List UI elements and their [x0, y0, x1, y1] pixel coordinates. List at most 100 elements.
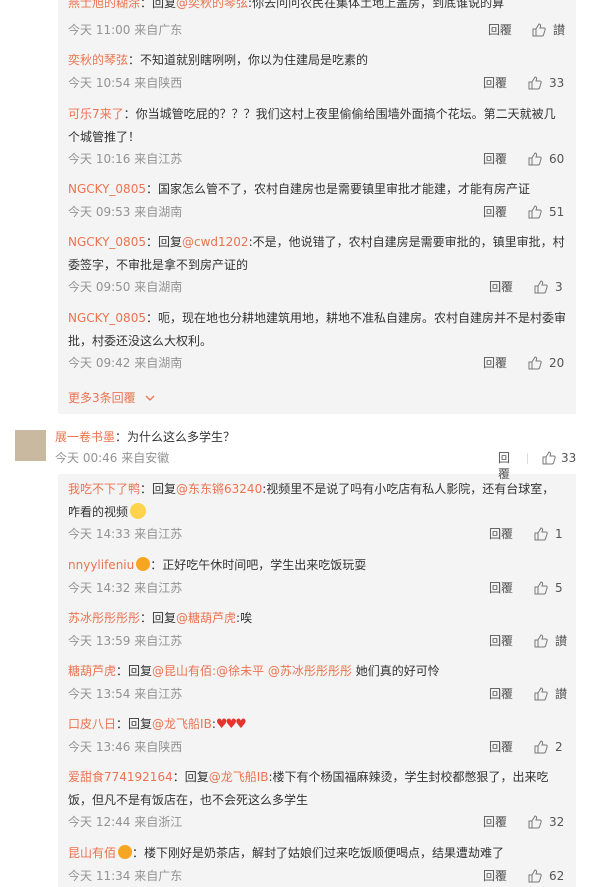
reply-button[interactable]: 回覆 [489, 579, 513, 597]
like-count: 32 [549, 815, 565, 829]
mention-link[interactable]: @东东锵63240 [176, 482, 262, 496]
comment-username[interactable]: 展一卷书墨 [55, 430, 115, 444]
thumbs-up-icon [534, 527, 548, 541]
reply-meta: 今天 12:44 来自浙江 回覆 32 [68, 813, 566, 831]
reply-text: ：正好吃午休时间吧，学生出来吃饭玩耍 [150, 558, 367, 572]
like-button[interactable]: 2 [534, 738, 563, 756]
reply-username[interactable]: 奕秋的琴弦 [68, 53, 128, 67]
reply-username[interactable]: NGCKY_0805 [68, 182, 146, 196]
like-count: 讃 [555, 634, 568, 648]
thumbs-up-icon [534, 581, 548, 595]
reply-username[interactable]: 糖葫芦虎 [68, 664, 116, 678]
reply-text: ：不知道就别瞎咧咧，你以为住建局是吃素的 [128, 53, 369, 67]
reply-item: 苏冰彤彤彤彤：回复@糖葫芦虎:唉 今天 13:59 来自江苏 回覆 讃 [68, 611, 568, 648]
like-count: 33 [549, 76, 565, 90]
reply-timestamp: 今天 12:44 来自浙江 [68, 815, 183, 829]
reply-meta: 今天 14:32 来自江苏 回覆 5 [68, 579, 566, 597]
thumbs-up-icon [534, 634, 548, 648]
reply-button[interactable]: 回覆 [483, 867, 507, 885]
reply-username[interactable]: NGCKY_0805 [68, 311, 146, 325]
mention-link[interactable]: @龙飞船IB [152, 717, 212, 731]
reply-button[interactable]: 回覆 [488, 21, 512, 39]
reply-item: NGCKY_0805：呃，现在地也分耕地建筑用地，耕地不准私自建房。农村自建房并… [68, 307, 566, 370]
vip-badge-icon [136, 557, 151, 571]
like-button[interactable]: 62 [528, 867, 564, 885]
reply-button[interactable]: 回覆 [483, 150, 507, 168]
reply-button[interactable]: 回覆 [483, 354, 507, 372]
reply-username[interactable]: 口皮八日 [68, 717, 116, 731]
reply-timestamp: 今天 13:46 来自陕西 [68, 740, 183, 754]
reply-button[interactable]: 回覆 [489, 525, 513, 543]
mention-link[interactable]: @昆山有佰:@徐未平 @苏冰彤彤彤彤 [152, 664, 352, 678]
like-button[interactable]: 20 [528, 354, 564, 372]
reply-button[interactable]: 回覆 [483, 203, 507, 221]
mention-link[interactable]: @糖葫芦虎 [176, 611, 236, 625]
more-replies-label: 更多3条回覆 [68, 391, 136, 405]
like-button[interactable]: 33 [542, 450, 576, 466]
like-count: 讃 [553, 23, 566, 37]
comment-text: ：为什么这么多学生？ [115, 430, 236, 444]
like-button[interactable]: 3 [534, 278, 563, 296]
mention-link[interactable]: @龙飞船IB [209, 770, 269, 784]
avatar[interactable] [15, 430, 46, 461]
reply-timestamp: 今天 09:42 来自湖南 [68, 356, 183, 370]
comment-item: 展一卷书墨：为什么这么多学生？ 今天 00:46 来自安徽 回覆 33 [15, 430, 576, 481]
reply-timestamp: 今天 13:59 来自江苏 [68, 634, 183, 648]
thumbs-up-icon [528, 152, 542, 166]
like-button[interactable]: 60 [528, 150, 564, 168]
reply-button[interactable]: 回覆 [489, 738, 513, 756]
reply-meta: 今天 13:59 来自江苏 回覆 讃 [68, 632, 567, 650]
reply-item: 爱甜食774192164：回复@龙飞船IB:楼下有个杨国福麻辣烫，学生封校都憋狠… [68, 770, 565, 829]
reply-text: ：国家怎么管不了，农村自建房也是需要镇里审批才能建，才能有房产证 [145, 182, 530, 196]
reply-item: 糖葫芦虎：回复@昆山有佰:@徐未平 @苏冰彤彤彤彤 她们真的好可怜 今天 13:… [68, 664, 568, 701]
reply-meta: 今天 09:42 来自湖南 回覆 20 [68, 354, 566, 372]
mention-link[interactable]: @奕秋的琴弦 [176, 0, 248, 10]
reply-item: 奕秋的琴弦：不知道就别瞎咧咧，你以为住建局是吃素的 今天 10:54 来自陕西 … [68, 49, 566, 90]
like-button[interactable]: 讃 [534, 632, 567, 650]
reply-button[interactable]: 回覆 [489, 685, 513, 703]
reply-username[interactable]: NGCKY_0805 [68, 235, 146, 249]
reply-timestamp: 今天 14:32 来自江苏 [68, 581, 183, 595]
reply-username[interactable]: nnyylifeniu [68, 558, 134, 572]
reply-username[interactable]: 燕士旭的糊涂 [68, 0, 140, 10]
reply-text: :你去问问农民在集体土地上盖房，到底谁说的算 [248, 0, 505, 10]
reply-username[interactable]: 爱甜食774192164 [68, 770, 173, 784]
reply-username[interactable]: 昆山有佰 [68, 846, 116, 860]
mention-link[interactable]: @cwd1202 [182, 235, 249, 249]
chevron-down-icon [145, 395, 155, 401]
reply-timestamp: 今天 09:53 来自湖南 [68, 205, 183, 219]
like-button[interactable]: 讃 [532, 21, 565, 39]
like-button[interactable]: 51 [528, 203, 564, 221]
like-button[interactable]: 33 [528, 74, 564, 92]
reply-meta: 今天 13:54 来自江苏 回覆 讃 [68, 685, 567, 703]
comment-timestamp: 今天 00:46 来自安徽 [55, 451, 170, 465]
reply-button[interactable]: 回覆 [483, 813, 507, 831]
like-button[interactable]: 32 [528, 813, 564, 831]
reply-button[interactable]: 回覆 [489, 278, 513, 296]
divider [527, 453, 528, 464]
like-button[interactable]: 1 [534, 525, 563, 543]
more-replies-link[interactable]: 更多3条回覆 [68, 389, 156, 406]
like-button[interactable]: 5 [534, 579, 563, 597]
reply-username[interactable]: 我吃不下了鸭 [68, 482, 140, 496]
reply-timestamp: 今天 09:50 来自湖南 [68, 280, 183, 294]
reply-item: NGCKY_0805：国家怎么管不了，农村自建房也是需要镇里审批才能建，才能有房… [68, 178, 566, 219]
like-count: 3 [555, 280, 563, 294]
reply-item: 口皮八日：回复@龙飞船IB:♥♥♥ 今天 13:46 来自陕西 回覆 2 [68, 713, 566, 754]
like-button[interactable]: 讃 [534, 685, 567, 703]
reply-meta: 今天 13:46 来自陕西 回覆 2 [68, 738, 566, 756]
reply-meta: 今天 10:54 来自陕西 回覆 33 [68, 74, 566, 92]
reply-item: 燕士旭的糊涂：回复@奕秋的琴弦:你去问问农民在集体土地上盖房，到底谁说的算 今天… [68, 0, 566, 40]
reply-username[interactable]: 可乐7来了 [68, 107, 124, 121]
reply-timestamp: 今天 11:00 来自广东 [68, 23, 183, 37]
thumbs-up-icon [532, 23, 546, 37]
like-count: 20 [549, 356, 565, 370]
reply-button[interactable]: 回覆 [489, 632, 513, 650]
reply-username[interactable]: 苏冰彤彤彤彤 [68, 611, 140, 625]
like-count: 51 [549, 205, 565, 219]
reply-text: ：你当城管吃屁的？？？我们这村上夜里偷偷给围墙外面搞个花坛。第二天就被几个城管推… [68, 107, 556, 144]
reply-timestamp: 今天 10:16 来自江苏 [68, 152, 183, 166]
reply-timestamp: 今天 14:33 来自江苏 [68, 527, 183, 541]
reply-button[interactable]: 回覆 [483, 74, 507, 92]
reply-timestamp: 今天 11:34 来自广东 [68, 869, 183, 883]
